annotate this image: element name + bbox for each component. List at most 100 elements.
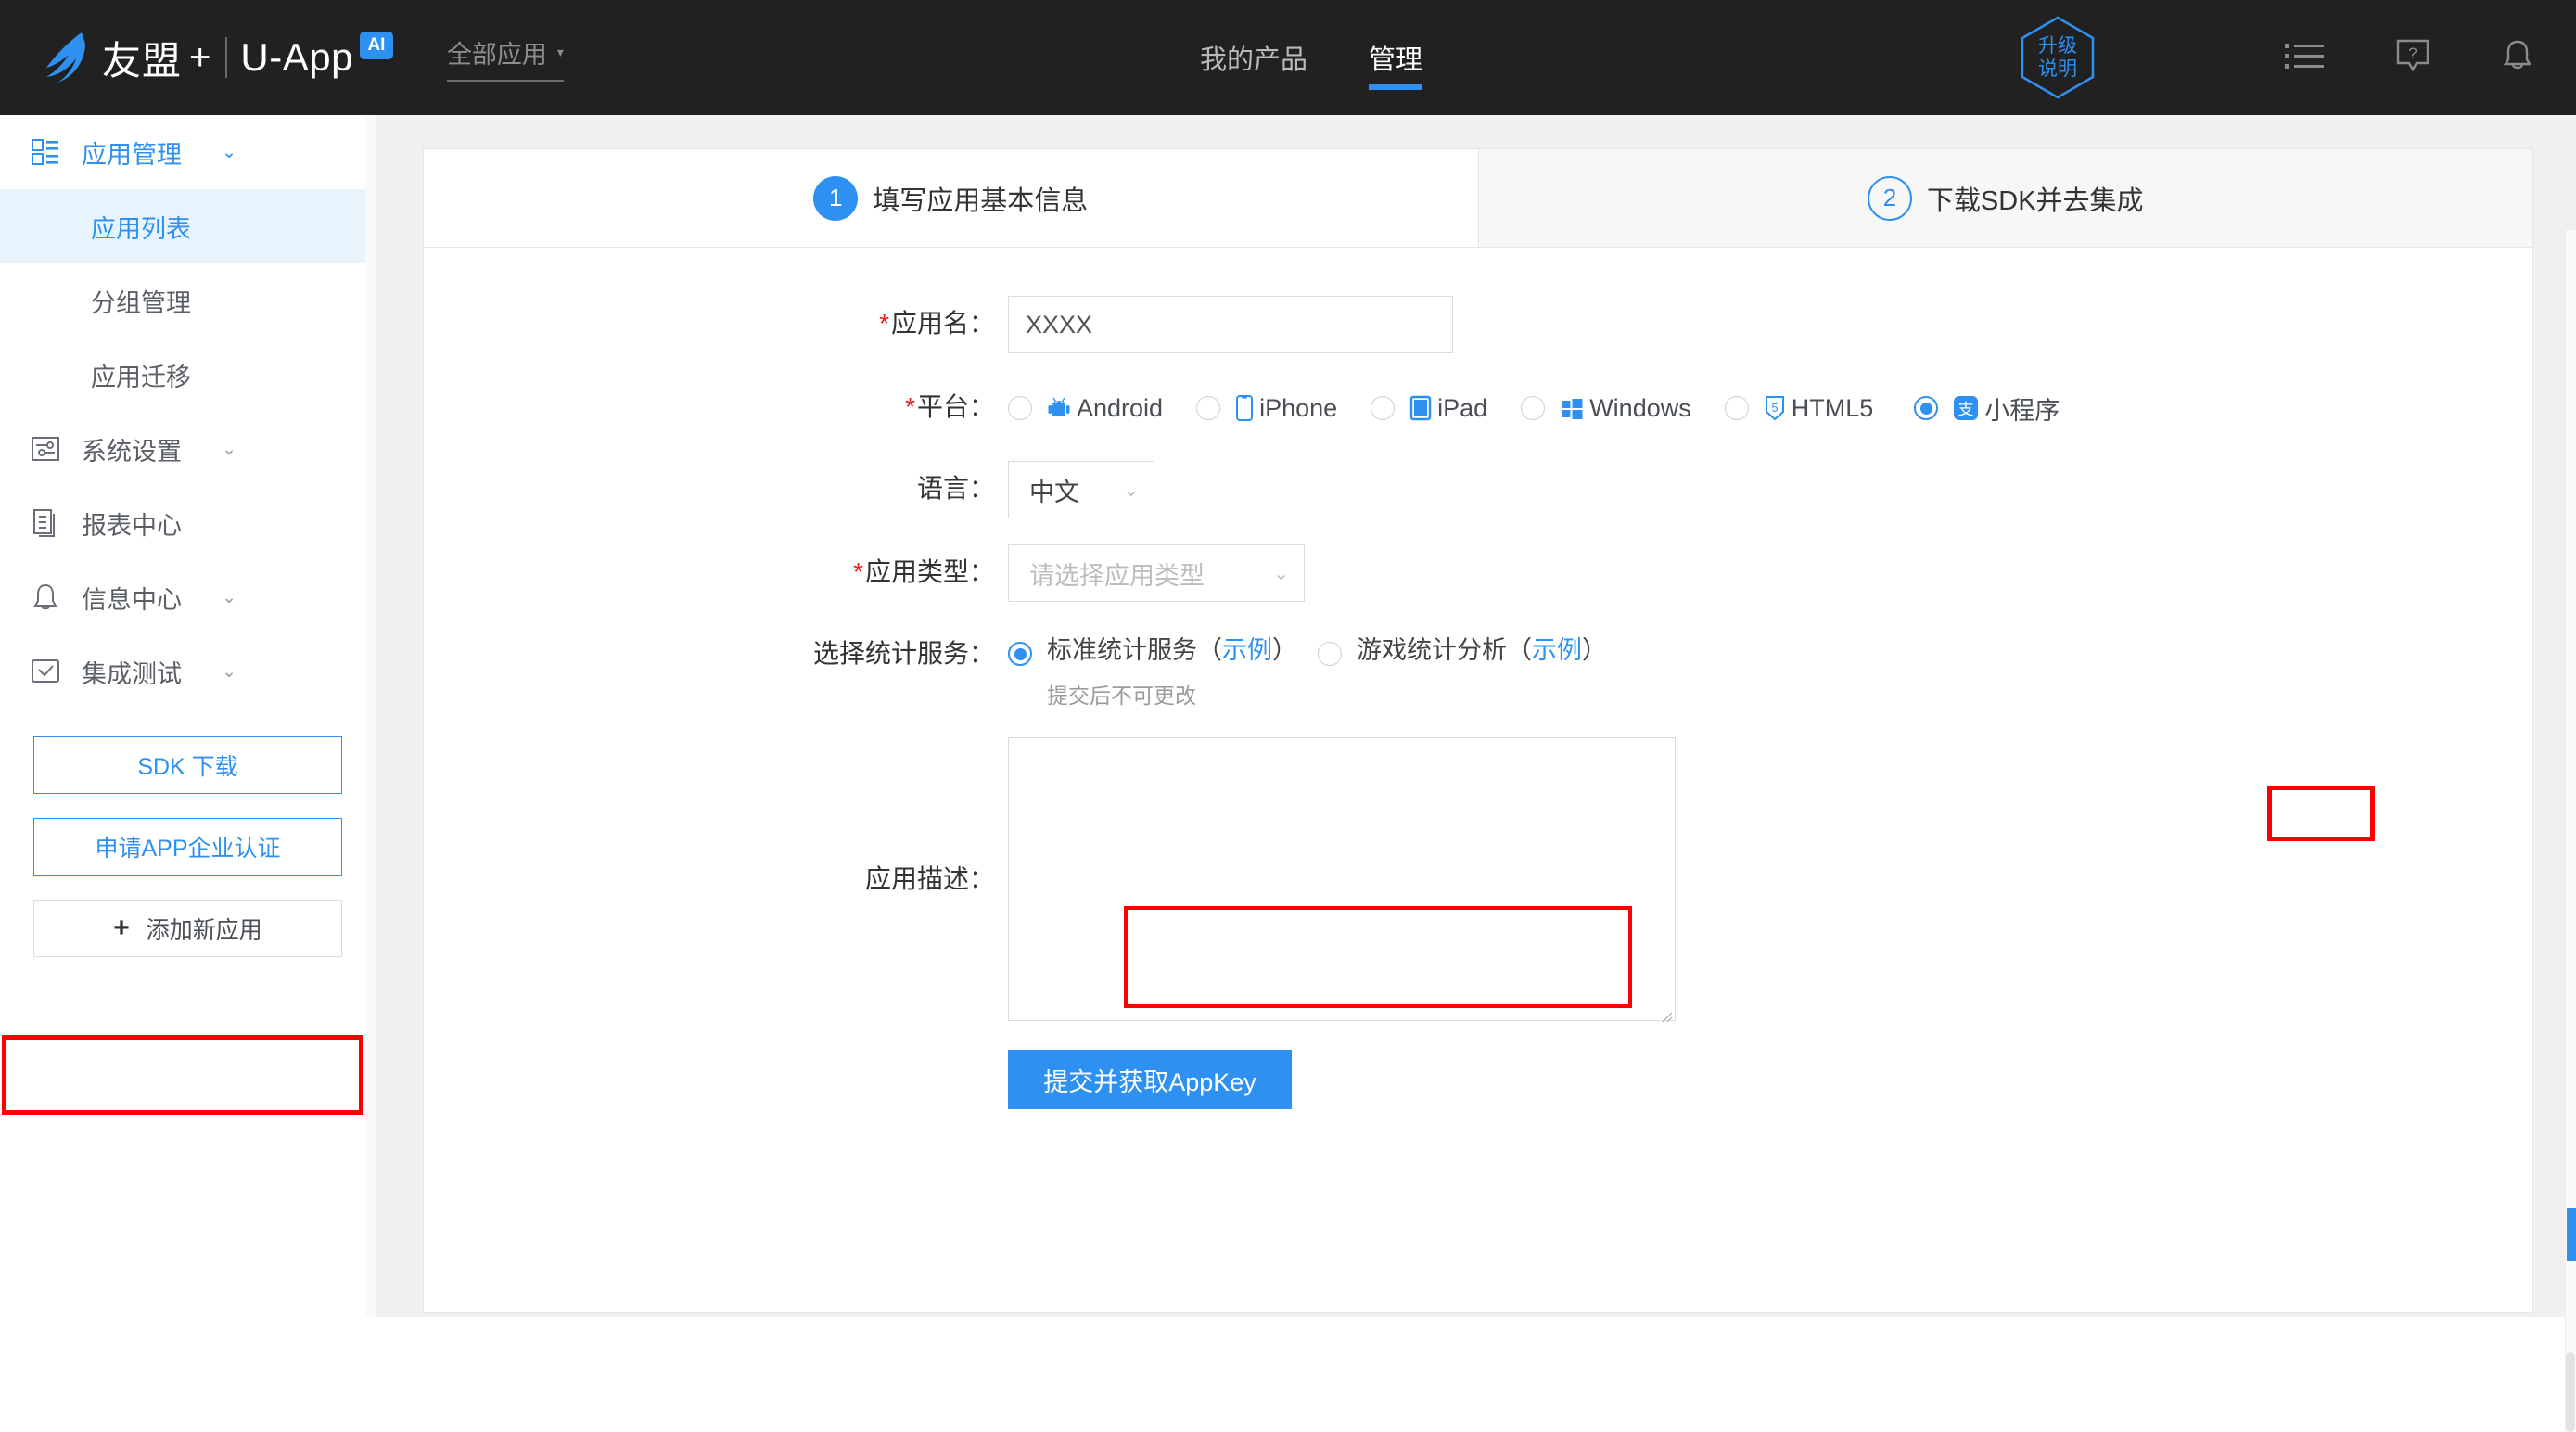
sidebar-item-label: 集成测试 xyxy=(82,654,182,690)
brand-divider xyxy=(225,37,227,78)
stat-service-note: 提交后不可更改 xyxy=(1047,678,1297,710)
add-new-app-button[interactable]: + 添加新应用 xyxy=(33,900,342,957)
platform-option-android[interactable]: Android xyxy=(1008,394,1163,423)
create-app-form: *应用名： *平台： xyxy=(424,248,2532,1109)
step-2-label: 下载SDK并去集成 xyxy=(1927,179,2144,218)
sidebar-item-group-management[interactable]: 分组管理 xyxy=(0,263,376,338)
radio-android[interactable] xyxy=(1008,396,1032,420)
chevron-down-icon: ⌄ xyxy=(222,661,236,683)
top-header: 友盟 + U-App AI 全部应用 ▾ 我的产品 管理 升级 说明 xyxy=(0,0,2576,115)
app-selector-dropdown[interactable]: 全部应用 ▾ xyxy=(447,34,564,82)
sidebar-item-app-management[interactable]: 应用管理 ⌄ xyxy=(0,115,376,189)
radio-game-stat[interactable] xyxy=(1318,642,1342,666)
upgrade-notes-badge[interactable]: 升级 说明 xyxy=(2020,16,2096,99)
main-content-card: 1 填写应用基本信息 2 下载SDK并去集成 *应用名： *平台： xyxy=(423,148,2533,1313)
nav-item-management[interactable]: 管理 xyxy=(1369,0,1422,115)
stat-service-option-standard[interactable]: 标准统计服务（示例） 提交后不可更改 xyxy=(1008,635,1297,710)
right-edge-widget-strip[interactable] xyxy=(2567,1208,2576,1261)
language-select-value: 中文 xyxy=(1029,472,1079,508)
app-type-select-placeholder: 请选择应用类型 xyxy=(1029,556,1205,592)
platform-label-ipad: iPad xyxy=(1437,394,1487,423)
radio-iphone[interactable] xyxy=(1196,396,1220,420)
step-1-label: 填写应用基本信息 xyxy=(873,179,1088,218)
chevron-down-icon: ⌄ xyxy=(222,142,236,163)
sidebar-item-label: 报表中心 xyxy=(82,505,182,542)
form-row-app-name: *应用名： xyxy=(424,296,2532,353)
iphone-icon xyxy=(1235,395,1254,421)
chevron-down-icon: ⌄ xyxy=(222,587,236,608)
stat-service-label: 选择统计服务： xyxy=(424,635,1008,672)
brand-name-cn: 友盟 xyxy=(102,30,182,86)
platform-option-ipad[interactable]: iPad xyxy=(1371,394,1487,423)
platform-label-html5: HTML5 xyxy=(1792,394,1874,423)
platform-option-html5[interactable]: 5 HTML5 xyxy=(1725,394,1874,423)
brand-plus: + xyxy=(189,37,210,79)
app-name-label: *应用名： xyxy=(424,296,1008,352)
step-2-download-sdk[interactable]: 2 下载SDK并去集成 xyxy=(1479,149,2533,247)
app-name-input[interactable] xyxy=(1008,296,1453,353)
required-star: * xyxy=(905,392,915,421)
radio-html5[interactable] xyxy=(1725,396,1749,420)
form-row-description: 应用描述： 提交并获取AppKey xyxy=(424,737,2532,1109)
sidebar-item-message-center[interactable]: 信息中心 ⌄ xyxy=(0,560,376,634)
upgrade-badge-line1: 升级 xyxy=(2038,34,2077,58)
sidebar: 应用管理 ⌄ 应用列表 分组管理 应用迁移 系统设置 ⌄ xyxy=(0,115,376,1317)
stat-game-example-link[interactable]: 示例 xyxy=(1532,636,1582,664)
bracket-close: ） xyxy=(1272,636,1297,664)
check-box-icon xyxy=(30,656,61,687)
sdk-download-button[interactable]: SDK 下载 xyxy=(33,736,342,794)
sidebar-item-integration-test[interactable]: 集成测试 ⌄ xyxy=(0,634,376,709)
step-2-number: 2 xyxy=(1868,176,1912,221)
app-type-select[interactable]: 请选择应用类型 ⌄ xyxy=(1008,544,1305,602)
platform-option-windows[interactable]: Windows xyxy=(1521,394,1691,423)
platform-radio-group: Android iPh xyxy=(1008,379,2060,437)
submit-get-appkey-button[interactable]: 提交并获取AppKey xyxy=(1008,1050,1292,1109)
platform-option-iphone[interactable]: iPhone xyxy=(1196,394,1337,423)
app-description-textarea[interactable] xyxy=(1008,737,1676,1021)
required-star: * xyxy=(853,557,863,586)
chevron-down-icon: ⌄ xyxy=(1273,562,1289,585)
main-nav: 我的产品 管理 xyxy=(1200,0,1484,115)
ai-badge: AI xyxy=(360,32,393,59)
step-1-number: 1 xyxy=(813,176,858,221)
help-icon[interactable]: ? xyxy=(2396,39,2429,77)
settings-sliders-icon xyxy=(30,433,61,465)
language-select[interactable]: 中文 ⌄ xyxy=(1008,461,1154,518)
bracket-open: （ xyxy=(1197,636,1222,664)
list-icon[interactable] xyxy=(2285,41,2324,75)
stat-standard-example-link[interactable]: 示例 xyxy=(1222,636,1272,664)
step-1-basic-info[interactable]: 1 填写应用基本信息 xyxy=(424,149,1478,247)
svg-text:?: ? xyxy=(2408,45,2417,62)
page-scrollbar-thumb[interactable] xyxy=(2566,1352,2575,1432)
bracket-open: （ xyxy=(1507,636,1532,664)
sidebar-item-label: 信息中心 xyxy=(82,580,182,616)
umeng-bird-logo-icon xyxy=(41,31,89,84)
radio-standard-stat[interactable] xyxy=(1008,642,1032,666)
plus-icon: + xyxy=(113,914,130,942)
stat-service-option-game[interactable]: 游戏统计分析（示例） xyxy=(1318,635,1607,666)
app-type-label: *应用类型： xyxy=(424,544,1008,600)
sidebar-scroll-gutter xyxy=(365,115,376,1317)
chevron-down-icon: ▾ xyxy=(557,45,564,60)
nav-item-my-products[interactable]: 我的产品 xyxy=(1200,0,1307,115)
apply-app-enterprise-cert-button[interactable]: 申请APP企业认证 xyxy=(33,818,342,876)
sidebar-item-app-list[interactable]: 应用列表 xyxy=(0,189,376,263)
step-tabs: 1 填写应用基本信息 2 下载SDK并去集成 xyxy=(424,149,2532,248)
brand-logo[interactable]: 友盟 + U-App AI xyxy=(41,30,393,86)
apps-grid-icon xyxy=(30,136,61,168)
html5-icon: 5 xyxy=(1764,395,1786,421)
sidebar-item-label: 系统设置 xyxy=(82,431,182,467)
form-row-platform: *平台： xyxy=(424,379,2532,437)
description-label: 应用描述： xyxy=(424,737,1008,1021)
sidebar-item-system-settings[interactable]: 系统设置 ⌄ xyxy=(0,412,376,486)
platform-option-miniprogram[interactable]: 支 小程序 xyxy=(1914,390,2060,427)
radio-miniprogram[interactable] xyxy=(1914,396,1938,420)
form-row-stat-service: 选择统计服务： 标准统计服务（示例） 提交后不可更改 xyxy=(424,635,2532,710)
bell-icon[interactable] xyxy=(2502,39,2533,77)
sidebar-item-app-migration[interactable]: 应用迁移 xyxy=(0,338,376,412)
radio-windows[interactable] xyxy=(1521,396,1545,420)
radio-ipad[interactable] xyxy=(1371,396,1395,420)
report-doc-icon xyxy=(30,507,61,539)
platform-label-miniprogram: 小程序 xyxy=(1984,390,2060,427)
sidebar-item-report-center[interactable]: 报表中心 xyxy=(0,486,376,560)
